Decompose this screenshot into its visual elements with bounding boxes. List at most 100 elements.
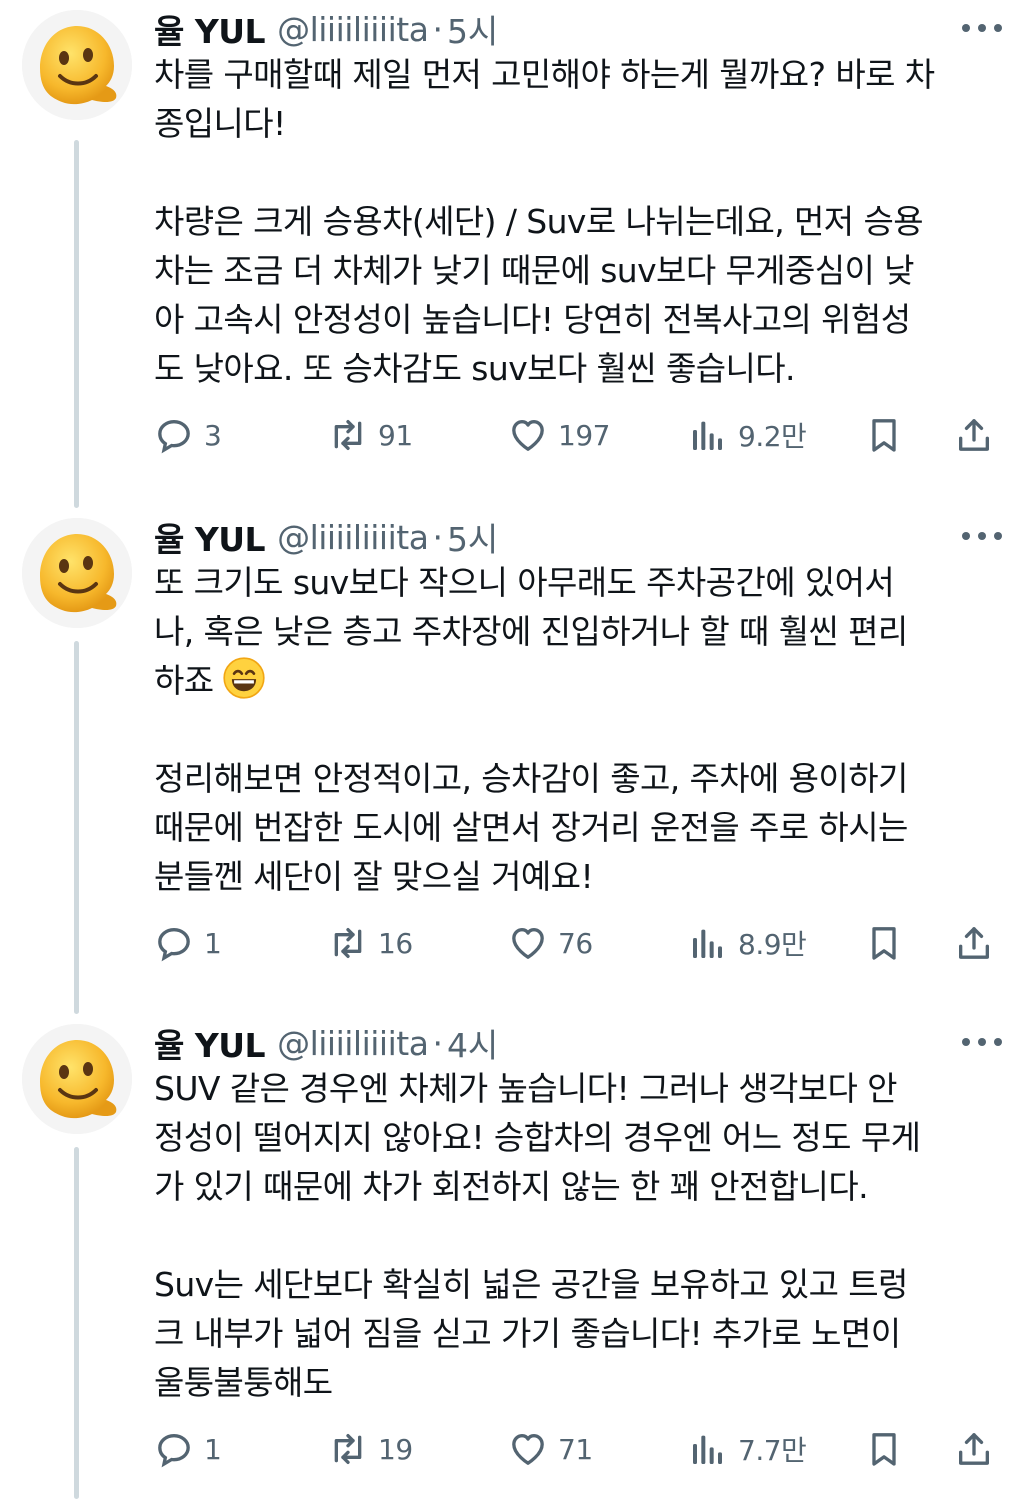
display-name[interactable]: 율 YUL	[154, 5, 266, 53]
tweet-text-line: 울퉁불퉁해도	[154, 1363, 333, 1402]
reply-button[interactable]: 1	[154, 1424, 222, 1474]
thread-connector-line	[74, 140, 79, 508]
tweet-text-line: 차를 구매할때 제일 먼저 고민해야 하는게 뭘까요? 바로 차	[154, 55, 935, 94]
tweet-header: 율 YUL @liiiiliiiita · 4시	[154, 1020, 1004, 1066]
avatar[interactable]	[22, 1024, 132, 1134]
tweet-header: 율 YUL @liiiiliiiita · 5시	[154, 514, 1004, 560]
tweet-text-line: 차는 조금 더 차체가 낮기 때문에 suv보다 무게중심이 낮	[154, 251, 915, 290]
user-handle[interactable]: @liiiiliiiita	[277, 518, 429, 557]
share-icon	[954, 923, 994, 963]
more-options-icon[interactable]	[962, 526, 1002, 546]
avatar[interactable]	[22, 10, 132, 120]
tweet-thread: 율 YUL @liiiiliiiita · 5시 차를 구매할때 제일 먼저 고민해야 …	[0, 0, 1024, 1499]
share-icon	[954, 1429, 994, 1469]
share-button[interactable]	[954, 918, 994, 968]
views-button[interactable]: 9.2만	[688, 410, 807, 460]
separator-dot: ·	[432, 9, 443, 49]
like-button[interactable]: 197	[508, 410, 610, 460]
tweet-text-line: 도 낮아요. 또 승차감도 suv보다 훨씬 좋습니다.	[154, 349, 795, 388]
tweet-text-line: 나, 혹은 낮은 층고 주차장에 진입하거나 할 때 훨씬 편리	[154, 612, 908, 651]
reply-icon	[154, 923, 194, 963]
share-button[interactable]	[954, 1424, 994, 1474]
tweet[interactable]: 율 YUL @liiiiliiiita · 5시 또 크기도 suv보다 작으니 아무래…	[0, 508, 1024, 1014]
share-button[interactable]	[954, 410, 994, 460]
tweet[interactable]: 율 YUL @liiiiliiiita · 4시 SUV 같은 경우엔 차체가 높습니다…	[0, 1014, 1024, 1499]
heart-icon	[508, 415, 548, 455]
display-name[interactable]: 율 YUL	[154, 1019, 266, 1067]
views-button[interactable]: 7.7만	[688, 1424, 807, 1474]
views-chart-icon	[688, 415, 728, 455]
avatar[interactable]	[22, 518, 132, 628]
view-count: 9.2만	[738, 420, 807, 453]
thread-connector-line	[74, 641, 79, 1014]
tweet-text-line: SUV 같은 경우엔 차체가 높습니다! 그러나 생각보다 안	[154, 1069, 898, 1108]
share-icon	[954, 415, 994, 455]
heart-icon	[508, 1429, 548, 1469]
views-button[interactable]: 8.9만	[688, 918, 807, 968]
tweet-text-line: 정성이 떨어지지 않아요! 승합차의 경우엔 어느 정도 무게	[154, 1118, 921, 1157]
separator-dot: ·	[432, 1023, 443, 1063]
tweet-actions: 1 16 76 8.9만	[154, 918, 1004, 968]
more-options-icon[interactable]	[962, 1032, 1002, 1052]
tweet-text-line: 분들껜 세단이 잘 맞으실 거예요!	[154, 857, 594, 896]
user-handle[interactable]: @liiiiliiiita	[277, 1024, 429, 1063]
tweet-text-line: 아 고속시 안정성이 높습니다! 당연히 전복사고의 위험성	[154, 300, 911, 339]
bookmark-icon	[864, 1429, 904, 1469]
reply-button[interactable]: 1	[154, 918, 222, 968]
tweet-text-line: 종입니다!	[154, 104, 286, 143]
reply-count: 1	[204, 1432, 222, 1466]
tweet-text-line: 정리해보면 안정적이고, 승차감이 좋고, 주차에 용이하기	[154, 759, 908, 798]
bookmark-button[interactable]	[864, 410, 904, 460]
tweet-header: 율 YUL @liiiiliiiita · 5시	[154, 6, 1004, 52]
tweet-text-line: 크 내부가 넓어 짐을 싣고 가기 좋습니다! 추가로 노면이	[154, 1314, 901, 1353]
reply-button[interactable]: 3	[154, 410, 222, 460]
retweet-icon	[328, 415, 368, 455]
timestamp[interactable]: 5시	[447, 5, 498, 53]
timestamp[interactable]: 4시	[447, 1019, 498, 1067]
reply-icon	[154, 1429, 194, 1469]
retweet-count: 91	[378, 418, 413, 452]
tweet-text-line: 가 있기 때문에 차가 회전하지 않는 한 꽤 안전합니다.	[154, 1167, 869, 1206]
timestamp[interactable]: 5시	[447, 513, 498, 561]
view-count: 7.7만	[738, 1434, 807, 1467]
retweet-button[interactable]: 19	[328, 1424, 413, 1474]
tweet-actions: 1 19 71 7.7만	[154, 1424, 1004, 1474]
tweet-body: SUV 같은 경우엔 차체가 높습니다! 그러나 생각보다 안정성이 떨어지지 …	[154, 1064, 1014, 1407]
retweet-icon	[328, 1429, 368, 1469]
display-name[interactable]: 율 YUL	[154, 513, 266, 561]
reply-count: 1	[204, 926, 222, 960]
bookmark-icon	[864, 923, 904, 963]
like-button[interactable]: 71	[508, 1424, 593, 1474]
tweet-text-line: 때문에 번잡한 도시에 살면서 장거리 운전을 주로 하시는	[154, 808, 908, 847]
retweet-icon	[328, 923, 368, 963]
tweet-text-line: 또 크기도 suv보다 작으니 아무래도 주차공간에 있어서	[154, 563, 895, 602]
like-count: 71	[558, 1432, 593, 1466]
reply-count: 3	[204, 418, 222, 452]
tweet-text-line: 하죠	[154, 656, 1014, 705]
retweet-button[interactable]: 91	[328, 410, 413, 460]
separator-dot: ·	[432, 517, 443, 557]
tweet-text-line: Suv는 세단보다 확실히 넓은 공간을 보유하고 있고 트렁	[154, 1265, 908, 1304]
bookmark-button[interactable]	[864, 1424, 904, 1474]
views-chart-icon	[688, 923, 728, 963]
view-count: 8.9만	[738, 928, 807, 961]
retweet-button[interactable]: 16	[328, 918, 413, 968]
grinning-face-emoji	[222, 656, 266, 700]
like-button[interactable]: 76	[508, 918, 593, 968]
like-count: 197	[558, 418, 610, 452]
more-options-icon[interactable]	[962, 18, 1002, 38]
bookmark-button[interactable]	[864, 918, 904, 968]
thread-connector-line	[74, 1147, 79, 1499]
bookmark-icon	[864, 415, 904, 455]
tweet-body: 또 크기도 suv보다 작으니 아무래도 주차공간에 있어서나, 혹은 낮은 층…	[154, 558, 1014, 901]
user-handle[interactable]: @liiiiliiiita	[277, 10, 429, 49]
like-count: 76	[558, 926, 593, 960]
tweet-actions: 3 91 197 9.2만	[154, 410, 1004, 460]
views-chart-icon	[688, 1429, 728, 1469]
tweet-text-line: 차량은 크게 승용차(세단) / Suv로 나뉘는데요, 먼저 승용	[154, 202, 924, 241]
tweet[interactable]: 율 YUL @liiiiliiiita · 5시 차를 구매할때 제일 먼저 고민해야 …	[0, 0, 1024, 508]
heart-icon	[508, 923, 548, 963]
